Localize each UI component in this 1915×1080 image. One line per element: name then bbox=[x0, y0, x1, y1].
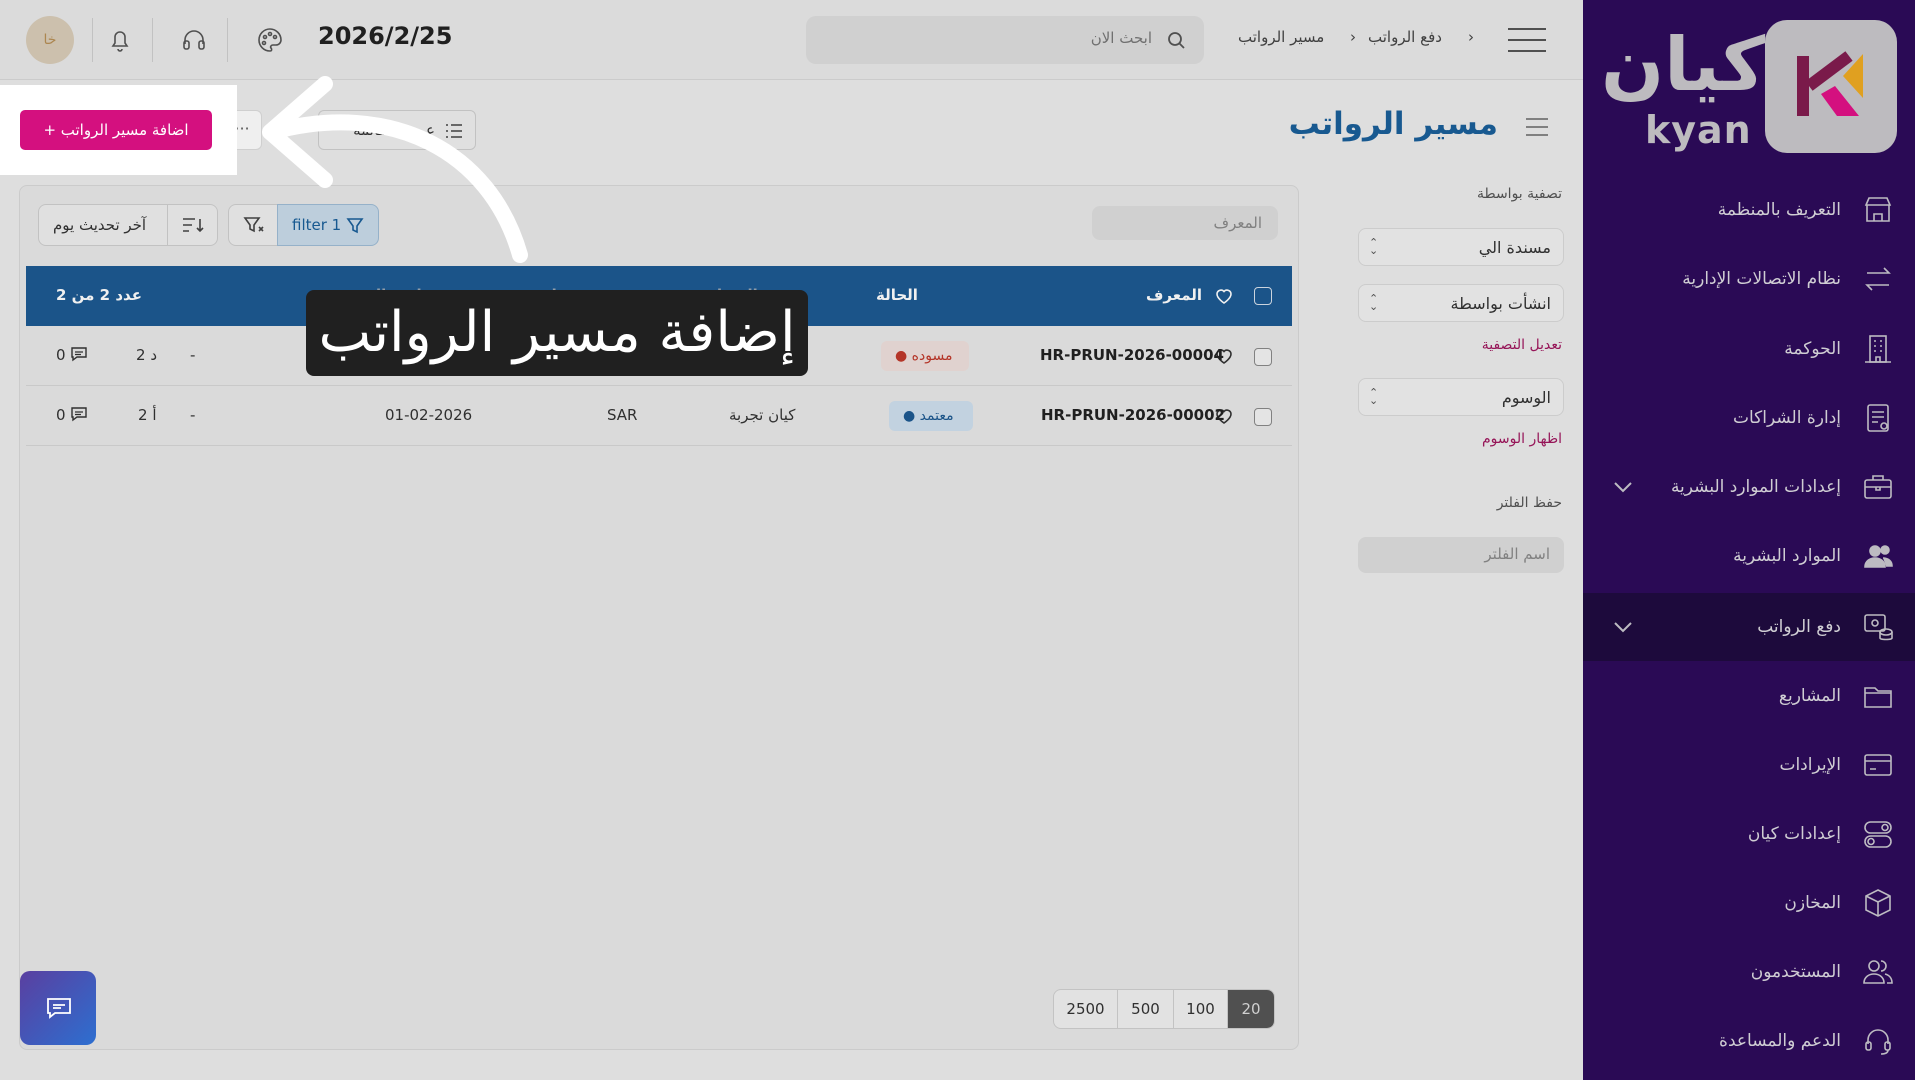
sidebar-item-governance[interactable]: الحوكمة bbox=[1583, 315, 1915, 383]
sidebar-item-label: المخازن bbox=[1784, 893, 1841, 913]
sidebar-item-hr[interactable]: الموارد البشرية bbox=[1583, 522, 1915, 590]
logo-english: kyan bbox=[1645, 108, 1752, 152]
sidebar-item-label: الموارد البشرية bbox=[1733, 546, 1841, 566]
sidebar-item-label: إعدادات كيان bbox=[1747, 824, 1841, 844]
box-icon bbox=[1861, 886, 1895, 920]
kyan-logo-mark bbox=[1765, 20, 1897, 153]
tutorial-dim-overlay bbox=[0, 0, 1583, 1080]
sidebar: كيان kyan التعريف بالمنظمة نظام الاتصالا… bbox=[1583, 0, 1915, 1080]
user-group-icon bbox=[1861, 955, 1895, 989]
sidebar-item-support[interactable]: الدعم والمساعدة bbox=[1583, 1007, 1915, 1075]
toggles-icon bbox=[1861, 817, 1895, 851]
sidebar-item-communications[interactable]: نظام الاتصالات الإدارية bbox=[1583, 245, 1915, 313]
sidebar-item-organization[interactable]: التعريف بالمنظمة bbox=[1583, 176, 1915, 244]
card-icon bbox=[1861, 748, 1895, 782]
chat-icon bbox=[47, 998, 71, 1019]
sidebar-item-kyan-settings[interactable]: إعدادات كيان bbox=[1583, 800, 1915, 868]
sidebar-item-users[interactable]: المستخدمون bbox=[1583, 938, 1915, 1006]
sidebar-item-hr-settings[interactable]: إعدادات الموارد البشرية bbox=[1583, 453, 1915, 521]
logo-arabic: كيان bbox=[1601, 22, 1766, 108]
tutorial-arrow-icon bbox=[262, 76, 528, 263]
briefcase-icon bbox=[1861, 470, 1895, 504]
sidebar-item-revenues[interactable]: الإيرادات bbox=[1583, 731, 1915, 799]
sidebar-item-label: الدعم والمساعدة bbox=[1719, 1031, 1841, 1051]
sidebar-item-label: الإيرادات bbox=[1779, 755, 1841, 775]
chevron-down-icon[interactable] bbox=[1611, 475, 1635, 499]
sidebar-item-label: إعدادات الموارد البشرية bbox=[1670, 477, 1841, 497]
headset-icon bbox=[1861, 1024, 1895, 1058]
sidebar-item-label: إدارة الشراكات bbox=[1733, 408, 1841, 428]
users-icon bbox=[1861, 539, 1895, 573]
building-icon bbox=[1861, 332, 1895, 366]
sidebar-item-payroll[interactable]: دفع الرواتب bbox=[1583, 593, 1915, 661]
kyan-k-icon bbox=[1797, 51, 1863, 116]
sidebar-item-label: المستخدمون bbox=[1750, 962, 1841, 982]
sidebar-item-label: الحوكمة bbox=[1784, 339, 1841, 359]
sidebar-item-projects[interactable]: المشاريع bbox=[1583, 662, 1915, 730]
chat-button[interactable] bbox=[20, 971, 96, 1045]
transfer-arrows-icon bbox=[1861, 262, 1895, 296]
sidebar-item-partnerships[interactable]: إدارة الشراكات bbox=[1583, 384, 1915, 452]
sidebar-item-label: نظام الاتصالات الإدارية bbox=[1682, 269, 1841, 289]
add-payroll-button[interactable]: + اضافة مسير الرواتب bbox=[20, 110, 212, 150]
folder-icon bbox=[1861, 679, 1895, 713]
payroll-icon bbox=[1861, 610, 1895, 644]
sidebar-item-label: التعريف بالمنظمة bbox=[1717, 200, 1841, 220]
sidebar-item-label: دفع الرواتب bbox=[1757, 617, 1841, 637]
tutorial-caption: إضافة مسير الرواتب bbox=[306, 290, 808, 376]
sidebar-item-label: المشاريع bbox=[1778, 686, 1841, 706]
document-icon bbox=[1861, 401, 1895, 435]
sidebar-item-warehouses[interactable]: المخازن bbox=[1583, 869, 1915, 937]
chevron-down-icon[interactable] bbox=[1611, 615, 1635, 639]
store-icon bbox=[1861, 193, 1895, 227]
